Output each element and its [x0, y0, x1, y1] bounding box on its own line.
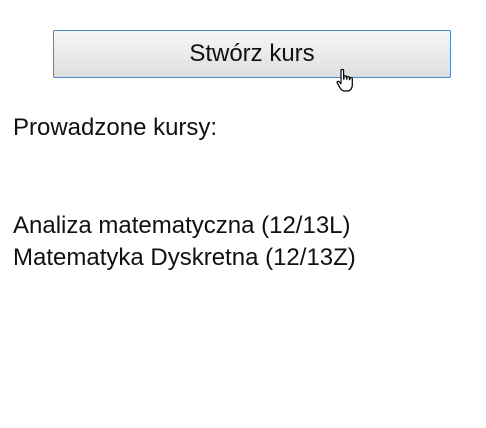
section-title: Prowadzone kursy:: [13, 114, 218, 141]
course-item[interactable]: Analiza matematyczna (12/13L): [13, 210, 356, 242]
course-item[interactable]: Matematyka Dyskretna (12/13Z): [13, 242, 356, 274]
page: Stwórz kurs Prowadzone kursy: Analiza ma…: [0, 0, 486, 428]
create-course-button[interactable]: Stwórz kurs: [53, 30, 451, 78]
course-list: Analiza matematyczna (12/13L) Matematyka…: [13, 210, 356, 274]
